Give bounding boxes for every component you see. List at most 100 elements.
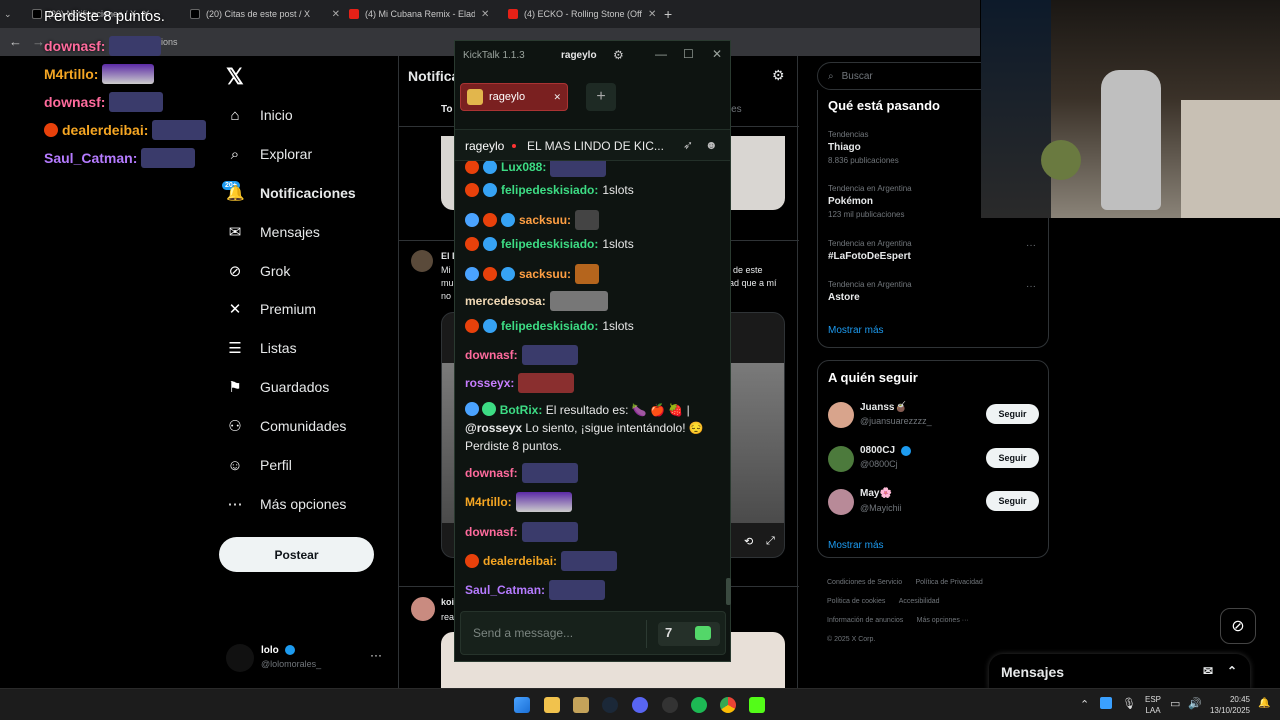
channel-tab[interactable]: rageylo ✕ [460, 83, 568, 111]
gear-icon[interactable]: ⚙ [772, 67, 785, 84]
tray-icon[interactable] [1100, 697, 1112, 709]
badge-icon[interactable] [483, 183, 497, 197]
chat-username[interactable]: felipedeskisiado: [501, 183, 598, 197]
nav-item-grok[interactable]: ⊘ Grok [226, 256, 291, 286]
tab-all[interactable]: To [441, 104, 452, 115]
app-icon[interactable] [662, 697, 678, 713]
close-icon[interactable]: ✕ [712, 47, 722, 61]
rocket-icon[interactable]: ➶ [683, 138, 693, 152]
badge-icon[interactable] [483, 237, 497, 251]
chat-username[interactable]: felipedeskisiado: [501, 319, 598, 333]
kicktalk-taskbar-icon[interactable] [749, 697, 765, 713]
badge-icon[interactable] [465, 183, 479, 197]
kick-emote-icon[interactable] [695, 626, 711, 640]
file-explorer-icon[interactable] [544, 697, 560, 713]
account-switcher[interactable]: lolo @lolomorales_ ··· [226, 644, 386, 674]
discord-icon[interactable] [632, 697, 648, 713]
avatar[interactable] [828, 446, 854, 472]
more-icon[interactable]: ··· [1026, 281, 1036, 292]
x-logo-icon[interactable]: 𝕏 [226, 64, 244, 90]
show-more-link[interactable]: Mostrar más [828, 325, 884, 336]
gear-icon[interactable]: ⚙ [613, 48, 624, 62]
chat-username[interactable]: downasf: [465, 348, 518, 362]
new-message-icon[interactable]: ✉ [1203, 664, 1213, 678]
more-icon[interactable]: ··· [1026, 240, 1036, 251]
follow-name[interactable]: Juanss🧉 [860, 402, 907, 413]
nav-item-perfil[interactable]: ☺ Perfil [226, 450, 292, 480]
messages-drawer[interactable]: Mensajes ✉ ⌃ [989, 654, 1250, 690]
chevron-up-icon[interactable]: ⌃ [1080, 698, 1089, 711]
account-name[interactable]: rageylo [561, 50, 597, 61]
post-button[interactable]: Postear [219, 537, 374, 572]
mention[interactable]: @rosseyx [465, 421, 522, 435]
badge-icon[interactable] [501, 213, 515, 227]
volume-icon[interactable]: 🔊 [1188, 697, 1202, 710]
follow-button[interactable]: Seguir [986, 404, 1039, 424]
back-arrow-icon[interactable]: ← [9, 34, 22, 49]
nav-item-explorar[interactable]: ⌕ Explorar [226, 139, 312, 169]
message-input[interactable]: Send a message... 7 [460, 611, 726, 655]
chat-scrollbar[interactable] [726, 578, 731, 605]
chevron-up-icon[interactable]: ⌃ [1227, 664, 1237, 678]
rotate-icon[interactable]: ⟲ [744, 535, 753, 548]
stream-channel[interactable]: rageylo [465, 139, 504, 153]
nav-item-comunidades[interactable]: ⚇ Comunidades [226, 411, 346, 441]
chat-username[interactable]: BotRix: [500, 403, 543, 417]
grok-floating-button[interactable]: ⊘ [1220, 608, 1256, 644]
badge-icon[interactable] [465, 267, 479, 281]
spotify-icon[interactable] [691, 697, 707, 713]
badge-icon[interactable] [483, 161, 497, 174]
badge-icon[interactable] [465, 319, 479, 333]
follow-button[interactable]: Seguir [986, 491, 1039, 511]
badge-icon[interactable] [465, 237, 479, 251]
badge-icon[interactable] [483, 213, 497, 227]
footer-link[interactable]: Accesibilidad [899, 598, 940, 605]
nav-item-mensajes[interactable]: ✉ Mensajes [226, 217, 320, 247]
nav-item-más-opciones[interactable]: ⋯ Más opciones [226, 489, 347, 519]
avatar[interactable] [411, 597, 435, 621]
trend-item[interactable]: Tendencias Thiago 8.836 publicaciones [828, 130, 899, 165]
post-author[interactable]: koi [441, 597, 454, 607]
microphone-icon[interactable]: 🎙 [1122, 697, 1136, 710]
7tv-emote-icon[interactable]: 7 [665, 625, 672, 640]
footer-link[interactable]: Más opciones ··· [917, 617, 969, 624]
chat-username[interactable]: Saul_Catman: [465, 583, 545, 597]
user-icon[interactable]: ☻ [705, 138, 718, 152]
chat-username[interactable]: downasf: [465, 525, 518, 539]
network-icon[interactable]: ▭ [1170, 697, 1180, 710]
nav-item-inicio[interactable]: ⌂ Inicio [226, 100, 292, 130]
nav-item-premium[interactable]: ✕ Premium [226, 294, 316, 324]
badge-icon[interactable] [501, 267, 515, 281]
badge-icon[interactable] [465, 161, 479, 174]
close-tab-icon[interactable]: ✕ [648, 9, 656, 20]
add-tab-button[interactable]: + [586, 83, 616, 111]
chat-username[interactable]: felipedeskisiado: [501, 237, 598, 251]
chat-username[interactable]: Lux088: [501, 161, 546, 174]
footer-link[interactable]: Política de Privacidad [915, 579, 982, 586]
footer-link[interactable]: Condiciones de Servicio [827, 579, 902, 586]
badge-icon[interactable] [465, 213, 479, 227]
trend-item[interactable]: Tendencia en Argentina #LaFotoDeEspert [828, 239, 912, 262]
close-tab-icon[interactable]: ✕ [481, 9, 489, 20]
start-icon[interactable] [514, 697, 530, 713]
browser-tab-4[interactable]: (4) ECKO - Rolling Stone (Offici ✕ [508, 4, 658, 24]
maximize-icon[interactable]: ☐ [683, 47, 694, 61]
badge-icon[interactable] [483, 267, 497, 281]
chat-username[interactable]: rosseyx: [465, 376, 514, 390]
trend-item[interactable]: Tendencia en Argentina Astore [828, 280, 912, 303]
avatar[interactable] [828, 402, 854, 428]
language-indicator[interactable]: ESP LAA [1145, 694, 1161, 716]
minimize-icon[interactable]: — [655, 47, 667, 61]
avatar[interactable] [828, 489, 854, 515]
more-icon[interactable]: ··· [370, 648, 382, 662]
browser-tab-2[interactable]: (20) Citas de este post / X ✕ [190, 4, 340, 24]
browser-tab-3[interactable]: (4) Mi Cubana Remix - Eladio C ✕ [349, 4, 499, 24]
show-more-link[interactable]: Mostrar más [828, 540, 884, 551]
footer-link[interactable]: Política de cookies [827, 598, 885, 605]
footer-link[interactable]: Información de anuncios [827, 617, 903, 624]
chat-username[interactable]: downasf: [465, 466, 518, 480]
chat-username[interactable]: mercedesosa: [465, 294, 546, 308]
close-tab-icon[interactable]: ✕ [332, 9, 340, 20]
follow-name[interactable]: 0800CJ [860, 445, 895, 456]
chat-username[interactable]: sacksuu: [519, 213, 571, 227]
